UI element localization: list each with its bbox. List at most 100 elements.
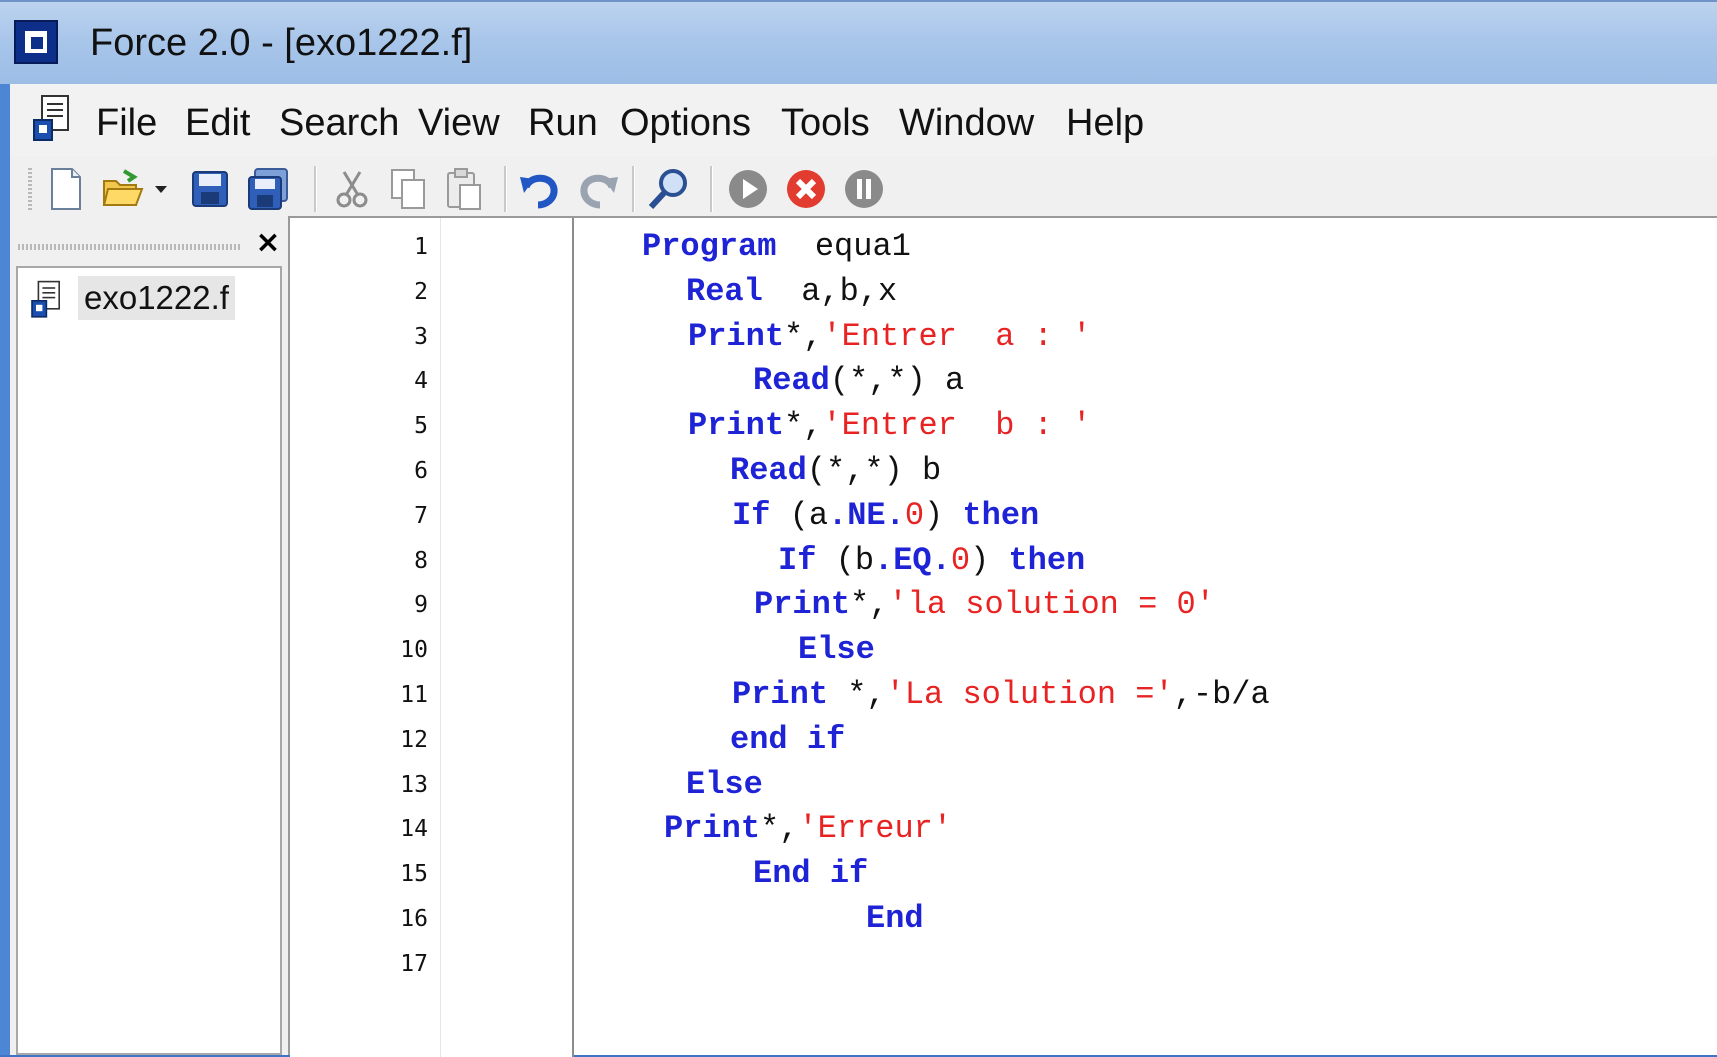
title-bar[interactable]: Force 2.0 - [exo1222.f]	[0, 0, 1717, 84]
code-line[interactable]: Print*,'la solution = 0'	[754, 586, 1215, 623]
code-keyword: Else	[686, 765, 763, 803]
stop-icon[interactable]	[782, 162, 830, 216]
code-line[interactable]: Else	[686, 766, 763, 803]
code-token: .NE.	[828, 496, 905, 534]
line-number: 6	[414, 458, 428, 484]
code-keyword: End if	[753, 855, 869, 893]
code-line[interactable]: Program equa1	[642, 228, 911, 265]
margin-edge-line	[572, 218, 574, 1057]
menu-edit[interactable]: Edit	[185, 102, 250, 145]
code-token: *,	[784, 407, 823, 445]
pause-icon[interactable]	[840, 162, 888, 216]
file-name: exo1222.f	[78, 276, 235, 320]
code-line[interactable]: If (a.NE.0) then	[732, 497, 1039, 534]
file-list: exo1222.f	[16, 266, 282, 1055]
line-number: 4	[414, 368, 428, 395]
line-number: 16	[400, 906, 428, 932]
save-icon[interactable]	[186, 162, 234, 216]
code-line[interactable]: Read(*,*) a	[753, 362, 964, 399]
dropdown-arrow-icon[interactable]	[150, 162, 172, 216]
line-number: 11	[400, 682, 428, 708]
code-line[interactable]: Print*,'Entrer b : '	[688, 407, 1091, 444]
code-keyword: Print	[754, 586, 851, 624]
menu-search[interactable]: Search	[279, 102, 399, 145]
copy-icon[interactable]	[384, 162, 432, 216]
code-token: *,	[784, 317, 823, 355]
app-window: Force 2.0 - [exo1222.f] File Edit Search…	[0, 0, 1717, 1057]
code-token: (*,*) a	[829, 362, 965, 400]
code-keyword: Print	[664, 810, 761, 848]
paste-icon[interactable]	[440, 162, 488, 216]
line-number: 8	[414, 547, 428, 574]
force-app-icon[interactable]	[14, 20, 58, 64]
code-token: ,-b/a	[1173, 676, 1270, 713]
code-keyword: then	[1008, 541, 1086, 579]
code-token: *,	[828, 676, 886, 713]
code-string: 'la solution = 0'	[888, 586, 1215, 624]
line-number: 12	[400, 726, 428, 753]
code-line[interactable]: If (b.EQ.0) then	[778, 542, 1085, 579]
menu-window[interactable]: Window	[899, 102, 1034, 145]
code-token: )	[924, 496, 963, 534]
line-number: 1	[414, 234, 428, 260]
redo-icon[interactable]	[574, 162, 622, 216]
line-number: 3	[414, 323, 428, 350]
code-line[interactable]: Real a,b,x	[686, 273, 897, 310]
code-string: 'La solution ='	[885, 676, 1174, 713]
cut-icon[interactable]	[328, 162, 376, 216]
code-string: 'Erreur'	[798, 810, 953, 848]
menu-tools[interactable]: Tools	[781, 102, 870, 145]
code-editor[interactable]: 1 2 3 4 5 6 7 8 9 10 11 12 13 14 15 16 17 Program equa1 R…	[288, 216, 1717, 1057]
code-token: .EQ.	[874, 541, 951, 579]
fold-margin	[440, 218, 573, 1057]
find-icon[interactable]	[644, 162, 692, 216]
code-line[interactable]: Print*,'Entrer a : '	[688, 318, 1091, 355]
code-line[interactable]: end if	[730, 721, 845, 758]
code-keyword: If	[778, 541, 817, 579]
menu-options[interactable]: Options	[620, 102, 751, 145]
code-line[interactable]: End	[866, 900, 924, 937]
code-line[interactable]: End if	[753, 855, 868, 892]
code-token: (b	[816, 541, 875, 579]
open-file-icon[interactable]	[98, 162, 146, 216]
code-keyword: Else	[798, 631, 875, 669]
panel-grip[interactable]	[18, 244, 242, 250]
code-token: 0	[950, 541, 971, 579]
menu-view[interactable]: View	[418, 102, 500, 145]
close-panel-icon[interactable]: ×	[254, 228, 282, 258]
menu-file[interactable]: File	[96, 102, 157, 145]
code-line[interactable]: Read(*,*) b	[730, 452, 941, 489]
code-token: equa1	[776, 228, 911, 265]
menu-help[interactable]: Help	[1066, 102, 1144, 145]
new-file-icon[interactable]	[42, 162, 90, 216]
code-keyword: Print	[688, 407, 785, 445]
toolbar-separator	[314, 166, 317, 212]
code-line[interactable]: Print *,'La solution =',-b/a	[732, 676, 1270, 713]
code-line[interactable]: Else	[798, 631, 875, 668]
code-keyword: Read	[753, 362, 830, 400]
code-line[interactable]: Print*,'Erreur'	[664, 810, 952, 847]
code-keyword: Real	[686, 272, 763, 310]
toolbar-grip[interactable]	[28, 168, 32, 210]
client-area: File Edit Search View Run Options Tools …	[10, 84, 1717, 1057]
undo-icon[interactable]	[516, 162, 564, 216]
code-keyword: Program	[642, 228, 777, 265]
line-number: 10	[400, 637, 428, 664]
code-keyword: End	[866, 900, 924, 937]
file-item[interactable]: exo1222.f	[22, 276, 242, 320]
document-menu-icon[interactable]	[32, 94, 76, 144]
line-number: 9	[414, 592, 428, 619]
menu-run[interactable]: Run	[528, 102, 598, 145]
code-string: 'Entrer b : '	[822, 407, 1092, 445]
run-icon[interactable]	[724, 162, 772, 216]
window-title: Force 2.0 - [exo1222.f]	[90, 22, 473, 64]
code-keyword: Print	[732, 676, 829, 713]
code-token: a,b,x	[762, 272, 898, 310]
line-number-gutter: 1 2 3 4 5 6 7 8 9 10 11 12 13 14 15 16 17	[290, 218, 440, 1057]
code-keyword: end if	[730, 720, 846, 758]
code-string: 'Entrer a : '	[822, 317, 1092, 355]
save-all-icon[interactable]	[244, 162, 292, 216]
code-token: (*,*) b	[806, 452, 942, 489]
line-number: 7	[414, 502, 428, 529]
toolbar-separator	[710, 166, 713, 212]
